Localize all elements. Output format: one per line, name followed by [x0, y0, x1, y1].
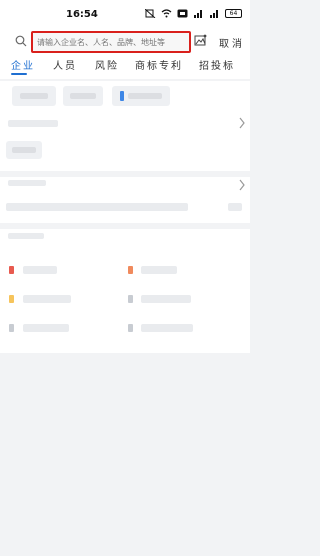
section-title-blurred [8, 233, 44, 239]
rank-icon [128, 295, 133, 303]
wifi-icon [161, 9, 172, 18]
search-category-tabs: 企业 人员 风险 商标专利 招投标 [0, 56, 250, 79]
chevron-icon[interactable] [238, 117, 246, 129]
signal-icon [194, 10, 202, 18]
hd-icon [177, 9, 188, 18]
status-icons: 64 [145, 9, 242, 18]
rank-icon [9, 266, 14, 274]
hot-list-section [0, 229, 250, 353]
tab-bidding[interactable]: 招投标 [199, 57, 235, 72]
tab-trademark-patent[interactable]: 商标专利 [135, 57, 183, 72]
rank-icon [128, 266, 133, 274]
search-bar: 取消 [0, 28, 250, 56]
cancel-button[interactable]: 取消 [219, 35, 245, 50]
section-title-blurred [8, 180, 46, 186]
chip-item[interactable] [63, 86, 103, 106]
chip-item[interactable] [12, 86, 56, 106]
signal-icon [210, 10, 218, 18]
mute-icon [145, 9, 156, 18]
rank-icon [128, 324, 133, 332]
recent-chip[interactable] [6, 141, 42, 159]
search-input[interactable] [31, 31, 191, 53]
blurred-text [70, 93, 96, 99]
blurred-text [128, 93, 162, 99]
active-tab-indicator [11, 73, 27, 75]
hot-item-blurred[interactable] [23, 266, 57, 274]
hot-item-blurred[interactable] [23, 324, 69, 332]
tab-people[interactable]: 人员 [53, 57, 77, 72]
section-title-blurred [8, 120, 58, 127]
status-bar: 16:54 64 [0, 0, 250, 28]
recent-search-section [0, 111, 250, 171]
hot-search-chips [0, 81, 250, 111]
hot-item-blurred[interactable] [141, 324, 193, 332]
history-item-blurred[interactable] [228, 203, 242, 211]
tab-risk[interactable]: 风险 [95, 57, 119, 72]
history-section [0, 177, 250, 223]
rank-icon [9, 295, 14, 303]
tab-company[interactable]: 企业 [11, 57, 35, 72]
status-time: 16:54 [66, 9, 98, 20]
hot-item-blurred[interactable] [141, 266, 177, 274]
image-search-icon[interactable] [194, 34, 207, 47]
search-icon [15, 35, 27, 47]
hot-item-blurred[interactable] [141, 295, 191, 303]
blurred-text [20, 93, 48, 99]
history-item-blurred[interactable] [6, 203, 188, 211]
chip-item[interactable] [112, 86, 170, 106]
battery-indicator: 64 [225, 9, 242, 18]
blurred-text [12, 147, 36, 153]
hot-item-blurred[interactable] [23, 295, 71, 303]
rank-icon [9, 324, 14, 332]
chevron-icon[interactable] [238, 179, 246, 191]
hot-tag-icon [120, 91, 124, 101]
